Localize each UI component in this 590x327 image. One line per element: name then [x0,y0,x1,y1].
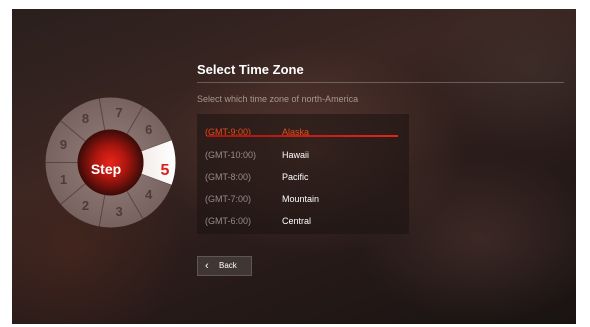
timezone-name: Pacific [282,172,309,182]
wheel-center-label: Step [90,161,122,177]
step-number-9: 9 [59,137,68,153]
timezone-offset: (GMT-6:00) [205,216,252,226]
timezone-row-pacific[interactable]: (GMT-8:00) Pacific [197,167,409,187]
step-number-7: 7 [115,105,123,121]
timezone-row-alaska[interactable]: (GMT-9:00) Alaska [197,122,409,142]
step-number-4: 4 [145,186,153,202]
timezone-row-mountain[interactable]: (GMT-7:00) Mountain [197,189,409,209]
step-wheel: Step 5 6 7 89 12 3 4 [44,96,177,229]
chevron-left-icon: ‹ [205,260,209,272]
page-title: Select Time Zone [197,62,304,77]
step-number-8: 8 [81,111,90,127]
title-divider [197,82,564,83]
step-number-1: 1 [59,171,68,187]
timezone-name: Mountain [282,194,320,204]
timezone-offset: (GMT-8:00) [205,172,252,182]
page-subtitle: Select which time zone of north-America [197,94,359,104]
active-step-number: 5 [160,162,170,179]
selected-row-underline [207,135,398,137]
back-button[interactable]: ‹ Back [197,256,252,276]
timezone-offset: (GMT-7:00) [205,194,252,204]
step-number-3: 3 [115,203,123,219]
step-number-6: 6 [145,122,153,138]
back-button-label: Back [219,261,237,270]
timezone-row-central[interactable]: (GMT-6:00) Central [197,211,409,231]
step-number-2: 2 [81,197,90,213]
timezone-name: Alaska [282,127,310,137]
timezone-offset: (GMT-9:00) [205,127,252,137]
timezone-list: (GMT-9:00) Alaska (GMT-10:00) Hawaii (GM… [197,114,409,234]
timezone-offset: (GMT-10:00) [205,150,257,160]
timezone-name: Hawaii [282,150,310,160]
setup-screen: Step 5 6 7 89 12 3 4 Select Time Zone Select … [12,9,576,324]
timezone-name: Central [282,216,312,226]
timezone-row-hawaii[interactable]: (GMT-10:00) Hawaii [197,145,409,165]
